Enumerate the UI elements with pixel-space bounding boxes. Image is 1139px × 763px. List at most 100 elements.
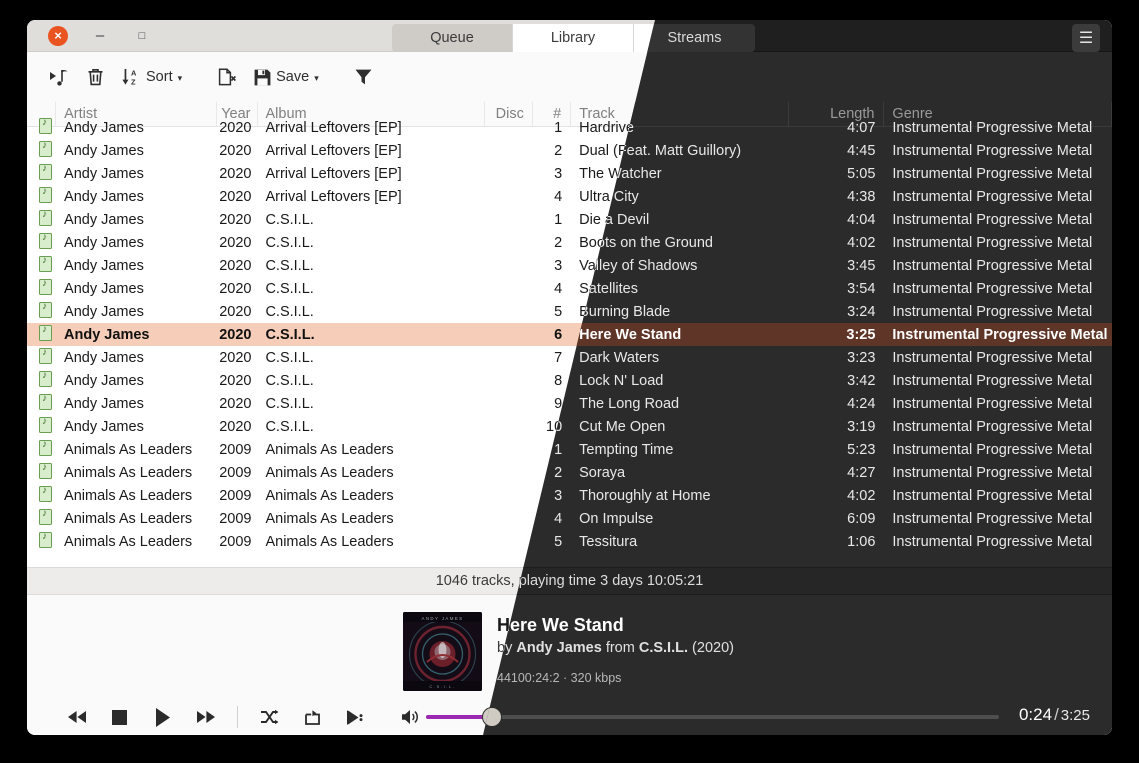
svg-text:Z: Z	[131, 78, 136, 86]
file-type-icon-cell	[27, 256, 56, 276]
save-disk-icon	[254, 69, 271, 86]
clear-queue-button[interactable]	[209, 60, 245, 94]
seek-track	[426, 715, 999, 719]
time-display: 0:24/3:25	[1019, 705, 1090, 725]
cell-track: Soraya	[571, 465, 789, 481]
funnel-icon	[355, 69, 372, 85]
remove-button[interactable]	[78, 60, 113, 94]
cell-year: 2020	[217, 350, 257, 366]
cell-length: 4:24	[789, 396, 884, 412]
maximize-icon: □	[139, 30, 146, 42]
cell-genre: Instrumental Progressive Metal	[884, 166, 1112, 182]
file-type-icon-cell	[27, 302, 56, 322]
music-file-icon	[39, 118, 52, 134]
now-playing-artist: Andy James	[516, 640, 601, 656]
file-type-icon-cell	[27, 210, 56, 230]
cell-artist: Andy James	[56, 235, 217, 251]
cell-length: 4:07	[789, 120, 884, 136]
maximize-button[interactable]: □	[121, 20, 163, 52]
sort-az-icon: A Z	[122, 68, 141, 86]
svg-text:A: A	[131, 69, 137, 78]
cell-genre: Instrumental Progressive Metal	[884, 327, 1112, 343]
cell-length: 6:09	[789, 511, 884, 527]
cell-year: 2020	[217, 143, 257, 159]
file-type-icon-cell	[27, 187, 56, 207]
cell-genre: Instrumental Progressive Metal	[884, 442, 1112, 458]
cell-artist: Andy James	[56, 373, 217, 389]
cell-album: C.S.I.L.	[257, 212, 485, 228]
previous-track-icon	[67, 710, 87, 724]
cell-genre: Instrumental Progressive Metal	[884, 373, 1112, 389]
minimize-button[interactable]: –	[79, 20, 121, 52]
music-file-icon	[39, 509, 52, 525]
cell-artist: Andy James	[56, 212, 217, 228]
play-button[interactable]	[141, 700, 184, 734]
cell-track: Boots on the Ground	[571, 235, 789, 251]
cell-album: Animals As Leaders	[257, 442, 485, 458]
cell-artist: Andy James	[56, 120, 217, 136]
cell-track: Burning Blade	[571, 304, 789, 320]
chevron-down-icon: ▾	[314, 73, 319, 84]
next-button[interactable]	[184, 700, 227, 734]
cell-genre: Instrumental Progressive Metal	[884, 120, 1112, 136]
cell-length: 3:24	[789, 304, 884, 320]
cell-track: Cut Me Open	[571, 419, 789, 435]
cell-length: 1:06	[789, 534, 884, 550]
cell-number: 4	[533, 189, 571, 205]
single-mode-button[interactable]	[334, 700, 377, 734]
file-type-icon-cell	[27, 440, 56, 460]
cell-artist: Andy James	[56, 258, 217, 274]
cell-year: 2020	[217, 281, 257, 297]
cell-genre: Instrumental Progressive Metal	[884, 511, 1112, 527]
cell-number: 4	[533, 281, 571, 297]
cell-number: 6	[533, 327, 571, 343]
cell-album: Animals As Leaders	[257, 534, 485, 550]
cell-number: 3	[533, 258, 571, 274]
cell-artist: Andy James	[56, 281, 217, 297]
cell-album: C.S.I.L.	[257, 373, 485, 389]
save-button[interactable]: Save ▾	[245, 60, 328, 94]
close-button[interactable]: ×	[37, 20, 79, 52]
seek-progress	[426, 715, 489, 719]
cell-album: C.S.I.L.	[257, 419, 485, 435]
cell-genre: Instrumental Progressive Metal	[884, 488, 1112, 504]
add-to-queue-button[interactable]	[41, 60, 78, 94]
cell-length: 5:05	[789, 166, 884, 182]
file-type-icon-cell	[27, 348, 56, 368]
cell-length: 4:45	[789, 143, 884, 159]
total-time: 3:25	[1061, 707, 1090, 724]
previous-button[interactable]	[55, 700, 98, 734]
repeat-button[interactable]	[291, 700, 334, 734]
trash-icon	[87, 68, 104, 86]
music-file-icon	[39, 486, 52, 502]
tab-library[interactable]: Library	[513, 24, 634, 52]
cell-artist: Animals As Leaders	[56, 442, 217, 458]
cell-artist: Andy James	[56, 189, 217, 205]
stop-button[interactable]	[98, 700, 141, 734]
album-art[interactable]: ANDY JAMES C.S.I.L.	[403, 612, 482, 691]
shuffle-button[interactable]	[248, 700, 291, 734]
cell-year: 2020	[217, 120, 257, 136]
cell-artist: Animals As Leaders	[56, 511, 217, 527]
music-file-icon	[39, 348, 52, 364]
cell-artist: Andy James	[56, 396, 217, 412]
add-to-queue-icon	[50, 69, 69, 86]
cell-genre: Instrumental Progressive Metal	[884, 143, 1112, 159]
seek-bar[interactable]	[426, 711, 999, 723]
main-menu-button[interactable]: ☰	[1072, 24, 1100, 52]
tab-queue[interactable]: Queue	[392, 24, 513, 52]
music-file-icon	[39, 394, 52, 410]
music-file-icon	[39, 279, 52, 295]
now-playing-format: 44100:24:2 · 320 kbps	[497, 671, 734, 685]
sort-button[interactable]: A Z Sort ▾	[113, 60, 191, 94]
cell-album: C.S.I.L.	[257, 350, 485, 366]
file-type-icon-cell	[27, 164, 56, 184]
cell-year: 2009	[217, 534, 257, 550]
file-type-icon-cell	[27, 463, 56, 483]
file-type-icon-cell	[27, 279, 56, 299]
chevron-down-icon: ▾	[178, 73, 183, 84]
sort-label: Sort	[146, 69, 173, 85]
filter-button[interactable]	[346, 60, 381, 94]
cell-number: 5	[533, 304, 571, 320]
music-file-icon	[39, 233, 52, 249]
